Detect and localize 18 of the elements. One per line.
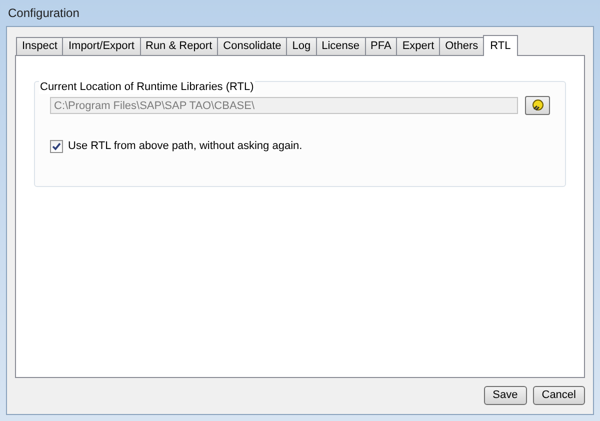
tab[interactable]: License xyxy=(316,37,366,55)
checkbox-label: Use RTL from above path, without asking again. xyxy=(68,139,302,154)
tab[interactable]: Import/Export xyxy=(62,37,140,55)
browse-button[interactable] xyxy=(525,96,550,115)
tab[interactable]: Inspect xyxy=(16,37,64,55)
window-title: Configuration xyxy=(8,5,80,22)
group-title: Current Location of Runtime Libraries (RTL) xyxy=(39,80,255,94)
checkbox[interactable] xyxy=(50,140,63,153)
dialog-button[interactable]: Cancel xyxy=(532,386,585,405)
tab[interactable]: Others xyxy=(439,37,484,55)
dialog-button[interactable]: Save xyxy=(484,386,527,405)
tab[interactable]: Expert xyxy=(396,37,440,55)
tab[interactable]: Log xyxy=(286,37,317,55)
tab[interactable]: RTL xyxy=(483,35,518,56)
tab[interactable]: Consolidate xyxy=(217,37,288,55)
tab[interactable]: PFA xyxy=(364,37,398,55)
tab[interactable]: Run & Report xyxy=(140,37,218,55)
check-icon xyxy=(52,142,61,151)
